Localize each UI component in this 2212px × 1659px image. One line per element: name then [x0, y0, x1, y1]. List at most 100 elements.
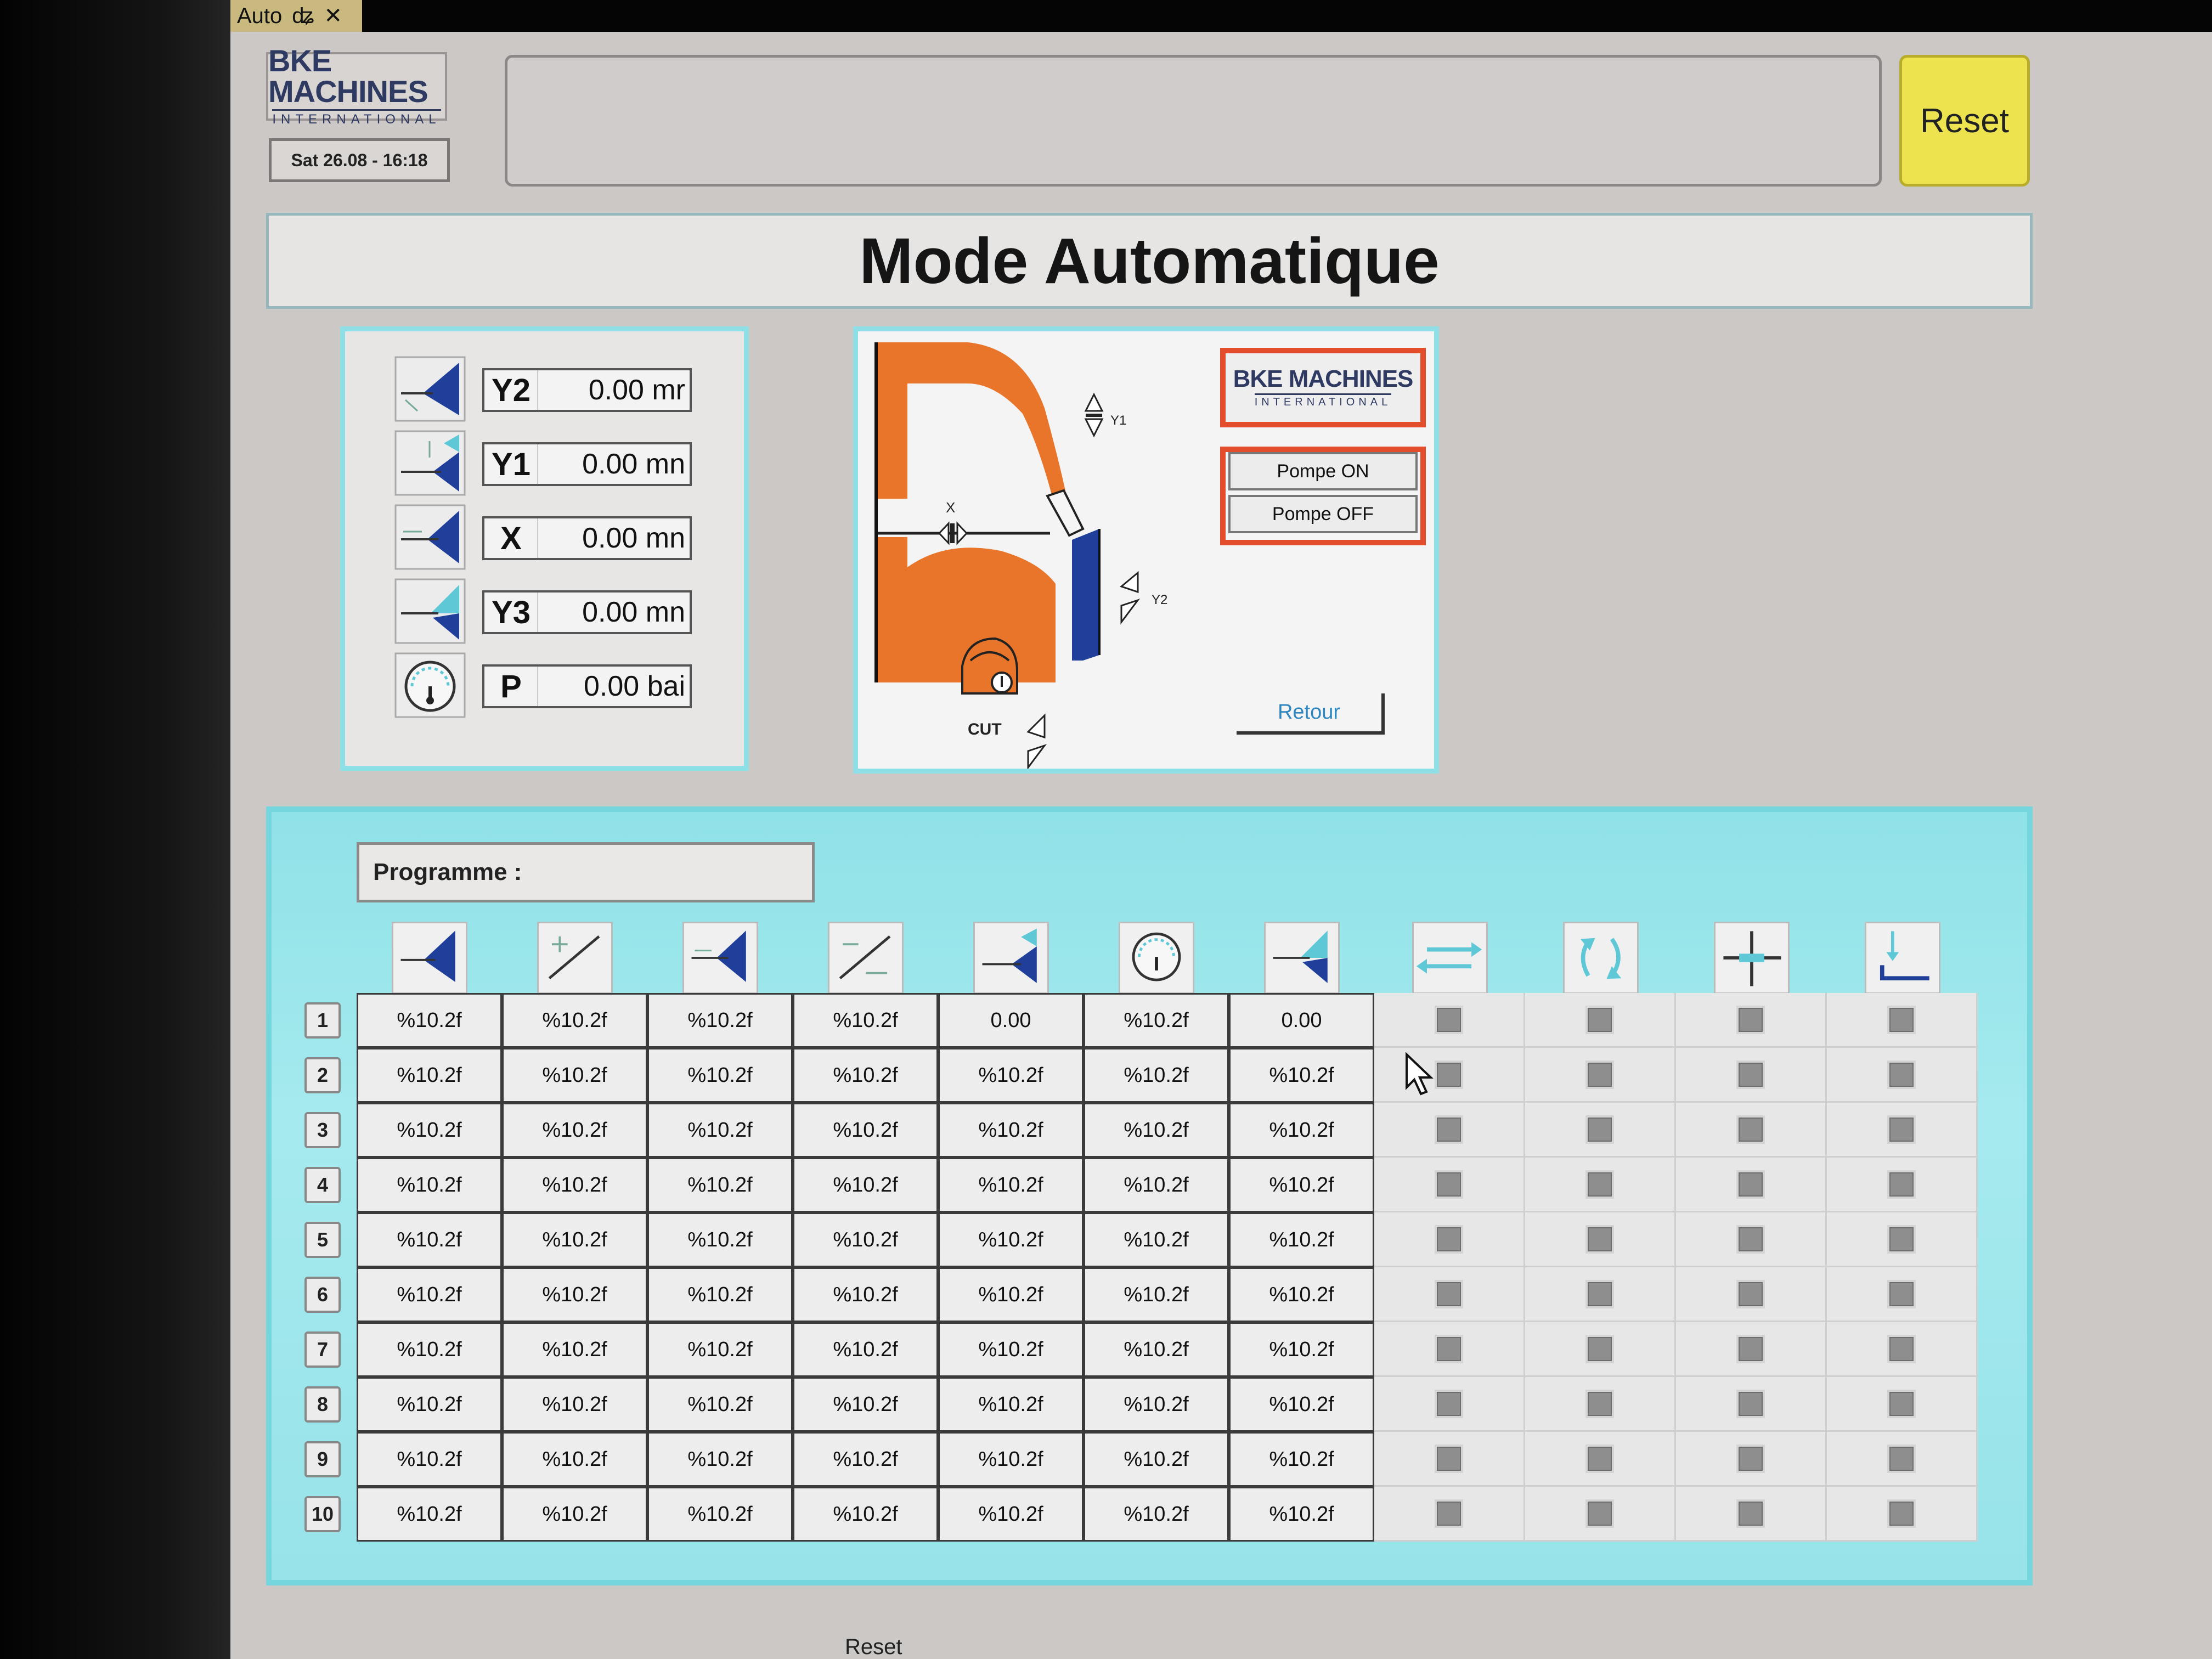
option-checkbox[interactable] [1887, 1224, 1916, 1254]
table-cell[interactable]: %10.2f [938, 1432, 1084, 1487]
table-cell[interactable]: %10.2f [793, 1267, 938, 1322]
option-checkbox[interactable] [1736, 1389, 1765, 1418]
table-cell[interactable]: %10.2f [647, 1487, 793, 1542]
table-cell[interactable]: %10.2f [1084, 993, 1229, 1048]
table-cell[interactable]: %10.2f [938, 1158, 1084, 1212]
table-cell[interactable]: %10.2f [502, 993, 647, 1048]
table-cell[interactable]: %10.2f [1229, 1048, 1374, 1103]
table-cell[interactable]: %10.2f [1084, 1487, 1229, 1542]
option-checkbox[interactable] [1887, 1170, 1916, 1199]
table-cell[interactable]: %10.2f [793, 1322, 938, 1377]
option-checkbox[interactable] [1585, 1444, 1614, 1473]
option-checkbox[interactable] [1585, 1005, 1614, 1034]
table-cell[interactable]: %10.2f [502, 1377, 647, 1432]
pump-on-button[interactable]: Pompe ON [1228, 452, 1418, 490]
option-checkbox[interactable] [1585, 1170, 1614, 1199]
program-name-field[interactable]: Programme : [357, 842, 815, 902]
pump-off-button[interactable]: Pompe OFF [1228, 495, 1418, 533]
option-checkbox[interactable] [1435, 1444, 1463, 1473]
option-checkbox[interactable] [1736, 1005, 1765, 1034]
table-cell[interactable]: %10.2f [647, 1432, 793, 1487]
option-checkbox[interactable] [1887, 1279, 1916, 1308]
table-cell[interactable]: %10.2f [357, 1158, 502, 1212]
table-cell[interactable]: %10.2f [1084, 1048, 1229, 1103]
table-cell[interactable]: %10.2f [647, 1048, 793, 1103]
table-cell[interactable]: %10.2f [938, 1103, 1084, 1158]
table-cell[interactable]: %10.2f [647, 1103, 793, 1158]
table-cell[interactable]: 0.00 [1229, 993, 1374, 1048]
option-checkbox[interactable] [1887, 1005, 1916, 1034]
table-cell[interactable]: %10.2f [502, 1267, 647, 1322]
table-cell[interactable]: %10.2f [502, 1048, 647, 1103]
option-checkbox[interactable] [1736, 1499, 1765, 1528]
table-cell[interactable]: %10.2f [647, 1158, 793, 1212]
table-cell[interactable]: %10.2f [1229, 1158, 1374, 1212]
table-cell[interactable]: %10.2f [938, 1212, 1084, 1267]
option-checkbox[interactable] [1585, 1334, 1614, 1363]
table-cell[interactable]: %10.2f [1229, 1377, 1374, 1432]
table-cell[interactable]: %10.2f [1229, 1212, 1374, 1267]
table-cell[interactable]: %10.2f [357, 993, 502, 1048]
table-cell[interactable]: %10.2f [1084, 1267, 1229, 1322]
table-cell[interactable]: %10.2f [647, 1322, 793, 1377]
table-cell[interactable]: %10.2f [1084, 1377, 1229, 1432]
table-cell[interactable]: %10.2f [502, 1103, 647, 1158]
option-checkbox[interactable] [1435, 1499, 1463, 1528]
table-cell[interactable]: %10.2f [1084, 1322, 1229, 1377]
table-cell[interactable]: %10.2f [357, 1322, 502, 1377]
table-cell[interactable]: %10.2f [1229, 1432, 1374, 1487]
table-cell[interactable]: %10.2f [793, 1487, 938, 1542]
option-checkbox[interactable] [1736, 1279, 1765, 1308]
table-cell[interactable]: %10.2f [502, 1322, 647, 1377]
table-cell[interactable]: %10.2f [357, 1267, 502, 1322]
table-cell[interactable]: %10.2f [793, 1158, 938, 1212]
option-checkbox[interactable] [1887, 1115, 1916, 1144]
reset-button[interactable]: Reset [1899, 55, 2030, 187]
table-cell[interactable]: %10.2f [357, 1432, 502, 1487]
retour-button[interactable]: Retour [1237, 693, 1385, 735]
option-checkbox[interactable] [1585, 1279, 1614, 1308]
table-cell[interactable]: %10.2f [1229, 1487, 1374, 1542]
table-cell[interactable]: %10.2f [1229, 1322, 1374, 1377]
table-cell[interactable]: %10.2f [647, 1377, 793, 1432]
table-cell[interactable]: %10.2f [793, 1432, 938, 1487]
option-checkbox[interactable] [1736, 1060, 1765, 1089]
option-checkbox[interactable] [1435, 1389, 1463, 1418]
table-cell[interactable]: %10.2f [793, 1377, 938, 1432]
option-checkbox[interactable] [1736, 1170, 1765, 1199]
table-cell[interactable]: %10.2f [1229, 1103, 1374, 1158]
table-cell[interactable]: %10.2f [1084, 1158, 1229, 1212]
table-cell[interactable]: %10.2f [793, 1212, 938, 1267]
table-cell[interactable]: %10.2f [502, 1432, 647, 1487]
table-cell[interactable]: %10.2f [357, 1377, 502, 1432]
table-cell[interactable]: %10.2f [793, 993, 938, 1048]
option-checkbox[interactable] [1435, 1005, 1463, 1034]
table-cell[interactable]: %10.2f [502, 1158, 647, 1212]
option-checkbox[interactable] [1585, 1389, 1614, 1418]
option-checkbox[interactable] [1585, 1115, 1614, 1144]
option-checkbox[interactable] [1736, 1115, 1765, 1144]
option-checkbox[interactable] [1585, 1499, 1614, 1528]
table-cell[interactable]: %10.2f [938, 1048, 1084, 1103]
option-checkbox[interactable] [1887, 1389, 1916, 1418]
table-cell[interactable]: %10.2f [647, 993, 793, 1048]
table-cell[interactable]: %10.2f [357, 1487, 502, 1542]
table-cell[interactable]: %10.2f [357, 1103, 502, 1158]
table-cell[interactable]: %10.2f [1084, 1103, 1229, 1158]
table-cell[interactable]: %10.2f [647, 1212, 793, 1267]
tab-auto[interactable]: Auto ʥ ✕ [230, 0, 362, 32]
option-checkbox[interactable] [1435, 1334, 1463, 1363]
close-icon[interactable]: ✕ [324, 3, 343, 29]
table-cell[interactable]: %10.2f [502, 1487, 647, 1542]
option-checkbox[interactable] [1887, 1060, 1916, 1089]
table-cell[interactable]: %10.2f [1084, 1212, 1229, 1267]
option-checkbox[interactable] [1736, 1224, 1765, 1254]
table-cell[interactable]: %10.2f [938, 1487, 1084, 1542]
table-cell[interactable]: %10.2f [793, 1048, 938, 1103]
option-checkbox[interactable] [1887, 1334, 1916, 1363]
table-cell[interactable]: %10.2f [1229, 1267, 1374, 1322]
option-checkbox[interactable] [1435, 1060, 1463, 1089]
table-cell[interactable]: 0.00 [938, 993, 1084, 1048]
option-checkbox[interactable] [1435, 1279, 1463, 1308]
table-cell[interactable]: %10.2f [793, 1103, 938, 1158]
